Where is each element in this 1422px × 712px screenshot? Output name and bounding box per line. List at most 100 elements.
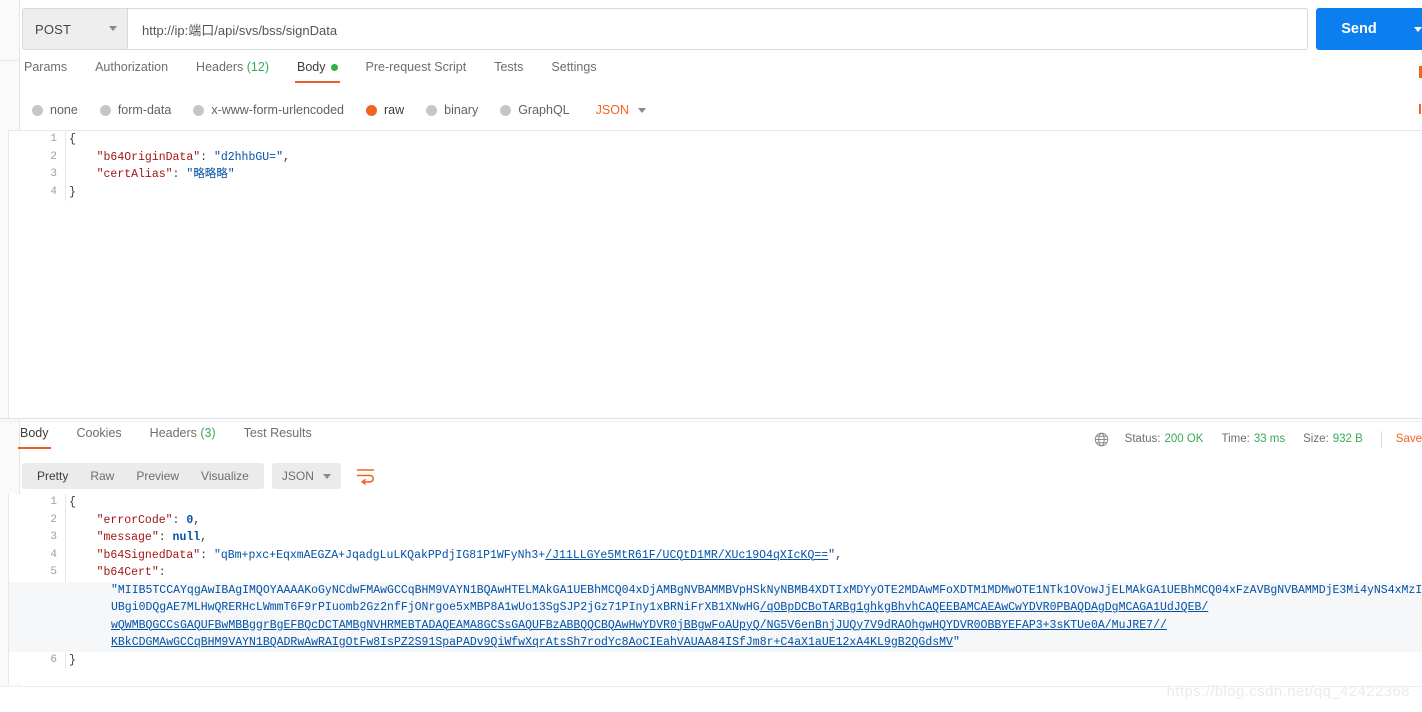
request-bar: POST http://ip:端口/api/svs/bss/signData S… — [22, 8, 1422, 52]
request-tab-pre-request-script[interactable]: Pre-request Script — [366, 60, 467, 83]
line-number: 5 — [50, 566, 57, 578]
body-type-label: form-data — [117, 103, 172, 117]
request-tab-params[interactable]: Params — [24, 60, 67, 83]
word-wrap-icon[interactable] — [355, 466, 377, 486]
code-token: { — [69, 133, 76, 146]
code-content: KBkCDGMAwGCCqBHM9VAYN1BQADRwAwRAIgOtFw8I… — [111, 634, 960, 652]
code-line: 3 "message": null, — [9, 529, 1422, 547]
code-token: " — [952, 636, 960, 649]
response-language-value: JSON — [281, 469, 314, 483]
size-label: Size: — [1303, 433, 1329, 445]
time-metric: Time: 33 ms — [1221, 433, 1285, 445]
body-type-label: x-www-form-urlencoded — [211, 103, 344, 117]
code-token: , — [200, 531, 208, 544]
request-tabs: Params Authorization Headers (12) Body Pre-r… — [22, 60, 1422, 88]
size-metric: Size: 932 B — [1303, 433, 1363, 445]
code-content: "MIIB5TCCAYqgAwIBAgIMQOYAAAAKoGyNCdwFMAw… — [111, 582, 1422, 600]
chevron-down-icon — [322, 473, 331, 479]
code-token: } — [69, 653, 76, 667]
code-token: "b64Cert" — [96, 566, 159, 579]
response-tab-body[interactable]: Body — [18, 426, 50, 449]
response-language-select[interactable]: JSON — [271, 463, 341, 489]
response-body-code[interactable]: 1{2 "errorCode": 0, 3 "message": null, 4 "… — [9, 494, 1422, 669]
code-line: 1{ — [9, 494, 1422, 512]
send-options-button[interactable] — [1402, 8, 1422, 50]
request-body-code[interactable]: 1{2 "b64OriginData": "d2hhbGU=", 3 "certA… — [9, 131, 1422, 201]
code-token: "略略略" — [186, 168, 235, 181]
status-value: 200 OK — [1164, 433, 1204, 445]
edge-accent-2 — [1419, 104, 1421, 114]
request-tab-tests[interactable]: Tests — [494, 60, 523, 83]
response-tabs: Body Cookies Headers (3) Test Results — [18, 426, 340, 452]
tab-label: Pre-request Script — [365, 60, 467, 74]
request-body-editor[interactable]: 1{2 "b64OriginData": "d2hhbGU=", 3 "certA… — [8, 130, 1422, 418]
response-format-visualize[interactable]: Visualize — [190, 469, 260, 483]
globe-icon[interactable] — [1094, 432, 1109, 447]
body-type-graphql[interactable]: GraphQL — [500, 103, 570, 117]
response-format-raw[interactable]: Raw — [79, 469, 125, 483]
code-token: { — [69, 496, 76, 509]
code-token: , — [193, 513, 201, 527]
code-content: { — [69, 131, 76, 149]
code-content: "b64SignedData": "qBm+pxc+EqxmAEGZA+Jqad… — [69, 547, 842, 565]
response-format-preview[interactable]: Preview — [125, 469, 190, 483]
status-metric: Status: 200 OK — [1125, 433, 1204, 445]
body-type-none[interactable]: none — [32, 103, 78, 117]
tab-label: Authorization — [95, 60, 169, 74]
response-format-toolbar: Pretty Raw Preview Visualize JSON — [22, 463, 377, 489]
tab-label: Test Results — [243, 426, 312, 440]
code-line: 4} — [9, 184, 1422, 202]
code-token[interactable]: wQWMBQGCCsGAQUFBwMBBggrBgEFBQcDCTAMBgNVH… — [111, 619, 1167, 632]
response-format-tabs: Pretty Raw Preview Visualize — [22, 463, 264, 489]
request-tab-body[interactable]: Body — [295, 60, 339, 83]
code-token: : — [158, 531, 173, 544]
save-response-button[interactable]: Save — [1396, 433, 1422, 445]
code-token[interactable]: /J11LLGYe5MtR61F/UCQtD1MR/XUc19O4qXIcKQ=… — [545, 549, 828, 562]
body-type-raw[interactable]: raw — [366, 103, 404, 117]
request-tab-authorization[interactable]: Authorization — [95, 60, 168, 83]
body-type-form-data[interactable]: form-data — [99, 103, 172, 117]
response-tab-test-results[interactable]: Test Results — [244, 426, 312, 449]
response-body-viewer[interactable]: 1{2 "errorCode": 0, 3 "message": null, 4 "… — [8, 494, 1422, 684]
line-number: 2 — [50, 513, 57, 526]
request-tab-headers[interactable]: Headers (12) — [196, 60, 269, 83]
method-select[interactable]: POST — [22, 8, 127, 50]
code-token: , — [282, 150, 290, 164]
line-number: 1 — [50, 133, 57, 145]
code-token: null — [172, 531, 201, 544]
radio-icon — [426, 104, 438, 116]
divider — [1380, 430, 1382, 448]
code-content: { — [69, 494, 76, 512]
radio-icon — [193, 104, 205, 116]
response-divider-shadow — [0, 421, 1422, 422]
code-token: UBgi0DQgAE7MLHwQRERHcLWmmT6F9rPIuomb2Gz2… — [111, 601, 760, 614]
code-token: , — [835, 548, 842, 562]
url-input[interactable]: http://ip:端口/api/svs/bss/signData — [127, 8, 1308, 50]
code-token[interactable]: /qOBpDCBoTARBg1ghkgBhvhCAQEEBAMCAEAwCwYD… — [760, 601, 1209, 614]
tab-label: Body — [297, 60, 326, 74]
response-format-pretty[interactable]: Pretty — [26, 469, 79, 483]
code-token: : — [158, 566, 173, 579]
code-content: "b64Cert": — [69, 564, 173, 582]
code-token: : — [200, 150, 214, 164]
code-token[interactable]: KBkCDGMAwGCCqBHM9VAYN1BQADRwAwRAIgOtFw8I… — [111, 636, 953, 649]
code-line: 6} — [9, 652, 1422, 670]
response-tab-headers[interactable]: Headers (3) — [150, 426, 216, 449]
tab-label: Headers — [149, 426, 197, 440]
request-tab-settings[interactable]: Settings — [551, 60, 596, 83]
line-number: 6 — [50, 653, 57, 666]
tab-label: Params — [24, 60, 68, 74]
response-tab-cookies[interactable]: Cookies — [77, 426, 122, 449]
line-number: 1 — [50, 496, 57, 508]
tab-count: (3) — [196, 426, 216, 440]
body-present-dot-icon — [330, 64, 338, 72]
raw-format-select[interactable]: JSON — [596, 103, 646, 117]
code-content: } — [69, 184, 76, 202]
code-token: "d2hhbGU=" — [213, 150, 283, 164]
send-button[interactable]: Send — [1316, 8, 1402, 50]
body-type-binary[interactable]: binary — [426, 103, 478, 117]
body-type-x-www-form-urlencoded[interactable]: x-www-form-urlencoded — [193, 103, 344, 117]
